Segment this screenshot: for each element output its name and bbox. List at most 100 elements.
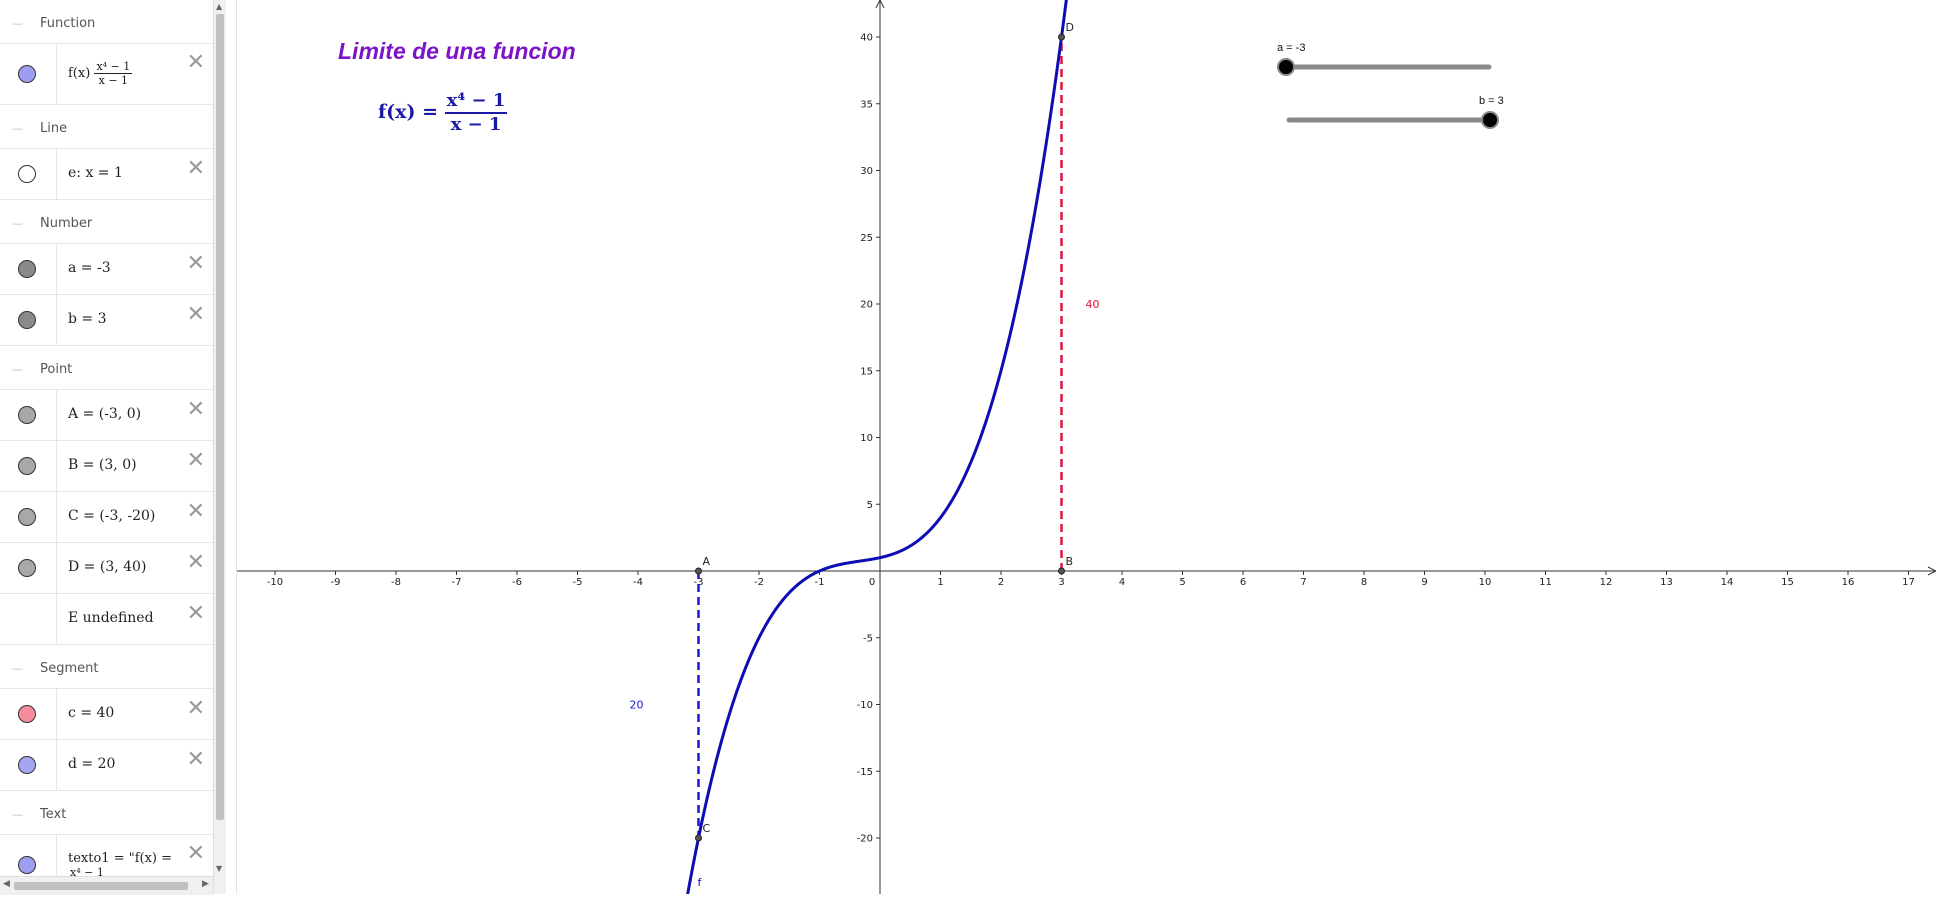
x-tick-label: 10	[1479, 577, 1492, 588]
algebra-item[interactable]: e: x = 1 ✕	[0, 148, 213, 200]
visibility-toggle[interactable]	[0, 149, 57, 199]
algebra-item[interactable]: C = (-3, -20) ✕	[0, 491, 213, 543]
y-tick-label: -15	[857, 767, 873, 778]
object-definition[interactable]: c = 40	[68, 705, 114, 721]
object-definition[interactable]: b = 3	[68, 311, 107, 327]
object-definition[interactable]: e: x = 1	[68, 165, 123, 181]
group-header-function[interactable]: — Function	[0, 0, 213, 44]
visibility-dot-icon[interactable]	[18, 165, 36, 183]
algebra-item[interactable]: D = (3, 40) ✕	[0, 542, 213, 594]
object-definition[interactable]: D = (3, 40)	[68, 559, 146, 575]
visibility-toggle[interactable]	[0, 390, 57, 440]
algebra-item[interactable]: a = -3 ✕	[0, 243, 213, 295]
collapse-icon[interactable]: —	[12, 808, 23, 821]
point-C[interactable]	[695, 834, 702, 842]
visibility-dot-icon[interactable]	[18, 65, 36, 83]
object-definition[interactable]: E undefined	[68, 610, 154, 626]
visibility-toggle[interactable]	[0, 594, 57, 644]
algebra-vertical-scrollbar[interactable]: ▲ ▼	[213, 0, 226, 894]
visibility-dot-icon[interactable]	[18, 406, 36, 424]
visibility-toggle[interactable]	[0, 244, 57, 294]
object-definition[interactable]: f(x) x⁴ − 1x − 1	[68, 60, 133, 87]
visibility-dot-icon[interactable]	[18, 756, 36, 774]
point-A-label[interactable]: A	[703, 555, 711, 568]
delete-icon[interactable]: ✕	[187, 399, 205, 421]
slider-b-handle[interactable]	[1481, 111, 1499, 129]
visibility-toggle[interactable]	[0, 295, 57, 345]
scroll-left-icon[interactable]: ◀	[3, 879, 10, 889]
delete-icon[interactable]: ✕	[187, 450, 205, 472]
scroll-down-icon[interactable]: ▼	[216, 864, 222, 873]
algebra-item[interactable]: c = 40 ✕	[0, 688, 213, 740]
visibility-toggle[interactable]	[0, 689, 57, 739]
point-D[interactable]	[1058, 33, 1065, 41]
delete-icon[interactable]: ✕	[187, 158, 205, 180]
object-definition[interactable]: a = -3	[68, 260, 111, 276]
delete-icon[interactable]: ✕	[187, 603, 205, 625]
point-D-label[interactable]: D	[1066, 21, 1074, 34]
algebra-item[interactable]: b = 3 ✕	[0, 294, 213, 346]
scroll-up-icon[interactable]: ▲	[216, 2, 222, 11]
visibility-toggle[interactable]	[0, 441, 57, 491]
visibility-toggle[interactable]	[0, 543, 57, 593]
algebra-item[interactable]: B = (3, 0) ✕	[0, 440, 213, 492]
group-header-point[interactable]: — Point	[0, 346, 213, 390]
segment-d-value-label[interactable]: 20	[630, 699, 644, 712]
delete-icon[interactable]: ✕	[187, 749, 205, 771]
formula-text[interactable]: f(x) = x⁴ − 1 x − 1	[378, 90, 508, 136]
group-header-line[interactable]: — Line	[0, 105, 213, 149]
vertical-scroll-thumb[interactable]	[216, 14, 224, 820]
delete-icon[interactable]: ✕	[187, 304, 205, 326]
function-f-curve[interactable]	[685, 0, 1069, 898]
visibility-dot-icon[interactable]	[18, 508, 36, 526]
delete-icon[interactable]: ✕	[187, 253, 205, 275]
graph-title-text[interactable]: Limite de una funcion	[338, 38, 576, 65]
collapse-icon[interactable]: —	[12, 17, 23, 30]
visibility-dot-icon[interactable]	[18, 457, 36, 475]
slider-a-handle[interactable]	[1277, 58, 1295, 76]
collapse-icon[interactable]: —	[12, 217, 23, 230]
object-definition[interactable]: d = 20	[68, 756, 115, 772]
algebra-horizontal-scrollbar[interactable]: ◀ ▶	[0, 876, 213, 895]
point-B-label[interactable]: B	[1066, 555, 1074, 568]
visibility-dot-icon[interactable]	[18, 260, 36, 278]
collapse-icon[interactable]: —	[12, 122, 23, 135]
algebra-list: — Function f(x) x⁴ − 1x − 1 ✕ — Line e: x = 1 ✕…	[0, 0, 213, 894]
horizontal-scroll-thumb[interactable]	[14, 882, 188, 890]
visibility-dot-icon[interactable]	[18, 559, 36, 577]
group-header-number[interactable]: — Number	[0, 200, 213, 244]
view-divider[interactable]	[226, 0, 237, 894]
visibility-dot-icon[interactable]	[18, 705, 36, 723]
delete-icon[interactable]: ✕	[187, 552, 205, 574]
collapse-icon[interactable]: —	[12, 662, 23, 675]
object-definition[interactable]: C = (-3, -20)	[68, 508, 155, 524]
visibility-toggle[interactable]	[0, 492, 57, 542]
scroll-right-icon[interactable]: ▶	[202, 879, 209, 889]
visibility-dot-icon[interactable]	[18, 311, 36, 329]
point-C-label[interactable]: C	[703, 822, 711, 835]
visibility-toggle[interactable]	[0, 740, 57, 790]
x-tick-label: 2	[998, 577, 1004, 588]
numerator: x⁴ − 1	[94, 60, 133, 74]
algebra-item[interactable]: A = (-3, 0) ✕	[0, 389, 213, 441]
algebra-item[interactable]: f(x) x⁴ − 1x − 1 ✕	[0, 43, 213, 105]
delete-icon[interactable]: ✕	[187, 501, 205, 523]
collapse-icon[interactable]: —	[12, 363, 23, 376]
point-A[interactable]	[695, 567, 702, 575]
point-B[interactable]	[1058, 567, 1065, 575]
algebra-item[interactable]: d = 20 ✕	[0, 739, 213, 791]
algebra-view: — Function f(x) x⁴ − 1x − 1 ✕ — Line e: x = 1 ✕…	[0, 0, 214, 894]
function-f-label[interactable]: f	[698, 876, 703, 889]
algebra-item[interactable]: E undefined ✕	[0, 593, 213, 645]
visibility-toggle[interactable]	[0, 44, 57, 104]
object-definition[interactable]: B = (3, 0)	[68, 457, 137, 473]
group-header-segment[interactable]: — Segment	[0, 645, 213, 689]
delete-icon[interactable]: ✕	[187, 843, 205, 865]
delete-icon[interactable]: ✕	[187, 698, 205, 720]
visibility-dot-icon[interactable]	[18, 856, 36, 874]
group-label: Line	[40, 121, 68, 136]
object-definition[interactable]: A = (-3, 0)	[68, 406, 141, 422]
group-header-text[interactable]: — Text	[0, 791, 213, 835]
delete-icon[interactable]: ✕	[187, 52, 205, 74]
segment-c-value-label[interactable]: 40	[1086, 298, 1100, 311]
